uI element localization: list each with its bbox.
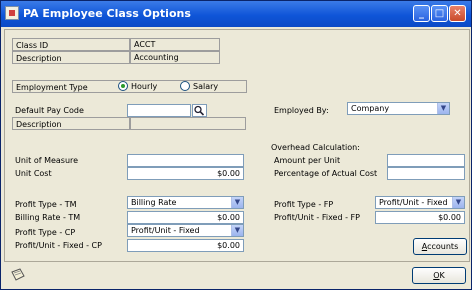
- chevron-down-icon: ▼: [231, 225, 243, 236]
- profit-type-cp-dropdown[interactable]: Profit/Unit - Fixed ▼: [127, 224, 244, 237]
- footer-bar: OK: [4, 263, 470, 287]
- class-id-label: Class ID: [12, 38, 130, 51]
- profit-unit-fixed-fp-field[interactable]: $0.00: [375, 211, 465, 224]
- default-pay-code-field[interactable]: [127, 104, 191, 117]
- amount-per-unit-field[interactable]: [387, 154, 465, 167]
- profit-unit-fixed-fp-label: Profit/Unit - Fixed - FP: [274, 213, 360, 222]
- unit-cost-field[interactable]: $0.00: [127, 167, 244, 180]
- profit-type-cp-label: Profit Type - CP: [15, 228, 76, 237]
- profit-type-cp-value: Profit/Unit - Fixed: [131, 226, 200, 235]
- salary-label: Salary: [193, 82, 219, 91]
- profit-unit-fixed-cp-field[interactable]: $0.00: [127, 239, 244, 252]
- note-icon[interactable]: [11, 268, 25, 281]
- profit-unit-fixed-cp-label: Profit/Unit - Fixed - CP: [15, 241, 102, 250]
- salary-radio[interactable]: [180, 81, 190, 91]
- accounts-button-label: ccounts: [427, 242, 459, 251]
- amount-per-unit-label: Amount per Unit: [274, 156, 341, 165]
- pay-code-description-label: Description: [12, 117, 130, 130]
- profit-type-tm-value: Billing Rate: [131, 198, 177, 207]
- class-id-field: ACCT: [130, 38, 220, 51]
- window-title: PA Employee Class Options: [23, 7, 191, 20]
- accounts-button[interactable]: Accounts: [413, 238, 467, 255]
- unit-of-measure-label: Unit of Measure: [15, 156, 79, 165]
- employed-by-value: Company: [351, 104, 390, 113]
- profit-type-fp-dropdown[interactable]: Profit/Unit - Fixed ▼: [375, 196, 465, 209]
- ok-button-label: K: [439, 271, 445, 280]
- pa-employee-class-options-window: PA Employee Class Options _ □ ✕ Class ID…: [0, 0, 472, 290]
- employment-type-label: Employment Type: [16, 83, 88, 92]
- profit-type-fp-label: Profit Type - FP: [274, 200, 334, 209]
- magnifier-icon[interactable]: [192, 104, 207, 117]
- percentage-of-actual-cost-label: Percentage of Actual Cost: [274, 169, 378, 178]
- description-field: Accounting: [130, 51, 220, 64]
- unit-cost-label: Unit Cost: [15, 169, 52, 178]
- chevron-down-icon: ▼: [452, 197, 464, 208]
- maximize-button[interactable]: □: [431, 5, 448, 22]
- profit-type-fp-value: Profit/Unit - Fixed: [379, 198, 448, 207]
- percentage-of-actual-cost-field[interactable]: [387, 167, 465, 180]
- window-icon: [5, 6, 19, 20]
- employed-by-label: Employed By:: [274, 106, 329, 115]
- profit-type-tm-dropdown[interactable]: Billing Rate ▼: [127, 196, 244, 209]
- chevron-down-icon: ▼: [437, 103, 449, 114]
- minimize-button[interactable]: _: [413, 5, 430, 22]
- description-label: Description: [12, 51, 130, 64]
- close-button[interactable]: ✕: [449, 5, 466, 22]
- chevron-down-icon: ▼: [231, 197, 243, 208]
- overhead-calculation-title: Overhead Calculation:: [271, 143, 360, 152]
- employed-by-dropdown[interactable]: Company ▼: [347, 102, 450, 115]
- default-pay-code-label: Default Pay Code: [15, 106, 84, 115]
- billing-rate-tm-label: Billing Rate - TM: [15, 213, 81, 222]
- billing-rate-tm-field[interactable]: $0.00: [127, 211, 244, 224]
- unit-of-measure-field[interactable]: [127, 154, 244, 167]
- main-panel: Class ID ACCT Description Accounting Emp…: [4, 29, 470, 262]
- title-bar[interactable]: PA Employee Class Options _ □ ✕: [1, 1, 471, 27]
- hourly-label: Hourly: [131, 82, 158, 91]
- hourly-radio[interactable]: [118, 81, 128, 91]
- ok-button[interactable]: OK: [412, 267, 466, 284]
- pay-code-description-field: [130, 117, 246, 130]
- profit-type-tm-label: Profit Type - TM: [15, 200, 77, 209]
